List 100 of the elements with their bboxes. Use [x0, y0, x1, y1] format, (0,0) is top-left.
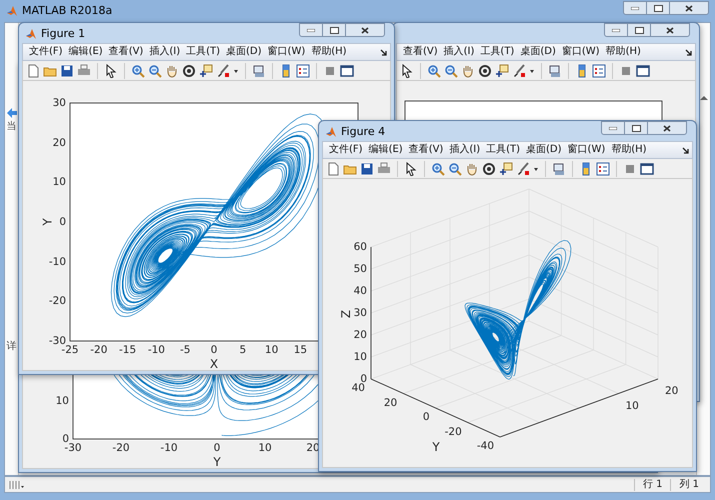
tick-label: 10 [626, 400, 639, 412]
menu-item[interactable]: 查看(V) [403, 46, 438, 58]
close-button[interactable] [669, 1, 709, 15]
menu-item[interactable]: 帮助(H) [611, 144, 647, 156]
back-arrow-icon[interactable] [6, 107, 18, 119]
legend-icon[interactable] [296, 64, 310, 78]
menu-item[interactable]: 插入(I) [449, 144, 480, 156]
minimize-button[interactable] [299, 23, 323, 37]
cursor-arrow-icon[interactable] [404, 162, 418, 176]
tick-label: 0 [62, 433, 69, 445]
dock-arrow-icon[interactable] [685, 48, 692, 56]
scroll-up-icon[interactable] [698, 93, 708, 103]
menu-item[interactable]: 帮助(H) [311, 46, 347, 58]
status-text: 行 1 [634, 478, 670, 490]
menu-item[interactable]: 编辑(E) [368, 144, 403, 156]
dock-arrow-icon[interactable] [380, 48, 387, 56]
menu-item[interactable]: 帮助(H) [606, 46, 641, 58]
maximize-button[interactable] [628, 23, 650, 37]
tick-label: -10 [160, 442, 178, 454]
maximize-button[interactable] [625, 121, 647, 135]
brush-icon[interactable] [516, 162, 530, 176]
maximize-button[interactable] [647, 1, 669, 15]
printer-icon[interactable] [377, 162, 391, 176]
menu-item[interactable]: 窗口(W) [568, 144, 606, 156]
dock-arrow-icon[interactable] [682, 146, 689, 154]
legend-icon[interactable] [592, 64, 606, 78]
hand-icon[interactable] [465, 162, 479, 176]
data-cursor-icon[interactable] [495, 64, 509, 78]
tick-label: 10 [258, 442, 272, 454]
window-frame-icon[interactable] [340, 64, 354, 78]
axis-label: Y [213, 456, 221, 468]
linked-plot-icon[interactable] [252, 64, 266, 78]
new-file-icon[interactable] [326, 162, 340, 176]
hand-icon[interactable] [461, 64, 475, 78]
tick-label: 20 [384, 396, 398, 408]
tick-label: 20 [665, 385, 678, 397]
linked-plot-icon[interactable] [548, 64, 562, 78]
tick-label: 15 [294, 344, 308, 356]
menu-item[interactable]: 插入(I) [444, 46, 474, 58]
maximize-icon [330, 26, 338, 34]
maximize-button[interactable] [323, 23, 345, 37]
menu-item[interactable]: 查看(V) [108, 46, 144, 58]
brush-icon[interactable] [216, 64, 230, 78]
zoom-out-icon[interactable] [448, 162, 462, 176]
window-frame-icon[interactable] [636, 64, 650, 78]
hand-icon[interactable] [165, 64, 179, 78]
zoom-in-icon[interactable] [131, 64, 145, 78]
minimize-icon [612, 28, 620, 32]
menu-item[interactable]: 文件(F) [29, 46, 63, 58]
tick-label: -20 [444, 426, 462, 438]
matlab-logo-icon [6, 5, 18, 17]
close-button[interactable] [647, 121, 687, 135]
tick-label: -20 [48, 295, 66, 308]
linked-plot-icon[interactable] [552, 162, 566, 176]
window-title: MATLAB R2018a [22, 2, 112, 19]
zoom-in-icon[interactable] [431, 162, 445, 176]
zoom-out-icon[interactable] [148, 64, 162, 78]
menu-item[interactable]: 工具(T) [486, 144, 520, 156]
tick-label: 40 [354, 285, 367, 297]
cursor-arrow-icon[interactable] [400, 64, 414, 78]
menu-item[interactable]: 窗口(W) [562, 46, 600, 58]
tick-label: -30 [48, 335, 66, 347]
menu-item[interactable]: 查看(V) [408, 144, 444, 156]
tick-label: -30 [64, 442, 82, 454]
tick-label: -15 [119, 344, 136, 356]
menu-item[interactable]: 窗口(W) [268, 46, 306, 58]
menu-item[interactable]: 工具(T) [186, 46, 220, 58]
cursor-arrow-icon[interactable] [104, 64, 118, 78]
tick-label: -20 [90, 344, 108, 356]
tick-label: 10 [264, 344, 278, 356]
minimize-button[interactable] [601, 121, 625, 135]
data-cursor-icon[interactable] [499, 162, 513, 176]
close-button[interactable] [345, 23, 385, 37]
zoom-out-icon[interactable] [444, 64, 458, 78]
menu-item[interactable]: 桌面(D) [526, 144, 562, 156]
data-cursor-icon[interactable] [199, 64, 213, 78]
tick-label: 30 [52, 97, 66, 109]
zoom-in-icon[interactable] [427, 64, 441, 78]
menu-item[interactable]: 插入(I) [149, 46, 180, 58]
printer-icon[interactable] [77, 64, 91, 78]
tick-label: 10 [354, 351, 367, 363]
minimize-button[interactable] [604, 23, 628, 37]
close-button[interactable] [650, 23, 690, 37]
new-file-icon[interactable] [26, 64, 40, 78]
maximize-icon [632, 124, 640, 132]
tick-label: 30 [354, 307, 367, 319]
minimize-button[interactable] [623, 1, 647, 15]
grip-icon[interactable] [8, 480, 24, 490]
brush-icon[interactable] [512, 64, 526, 78]
tick-label: -25 [61, 344, 79, 356]
menu-item[interactable]: 编辑(E) [68, 46, 103, 58]
window-frame-icon[interactable] [640, 162, 654, 176]
legend-icon[interactable] [596, 162, 610, 176]
tick-label: 10 [56, 395, 69, 407]
tick-label: 5 [239, 344, 246, 356]
menu-item[interactable]: 桌面(D) [226, 46, 262, 58]
axis-label: Y [432, 441, 440, 453]
menu-item[interactable]: 文件(F) [329, 144, 363, 156]
menu-item[interactable]: 工具(T) [480, 46, 514, 58]
menu-item[interactable]: 桌面(D) [520, 46, 556, 58]
